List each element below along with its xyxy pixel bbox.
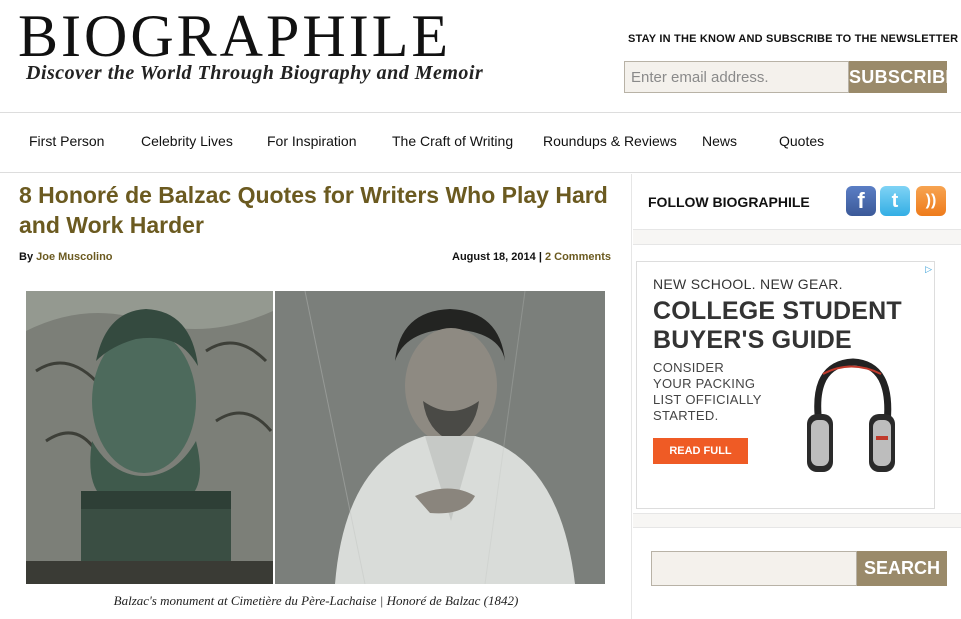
ad-body-line-2: YOUR PACKING: [653, 376, 756, 391]
monument-illustration: [26, 291, 273, 584]
ad-body-line-4: STARTED.: [653, 408, 719, 423]
comments-link[interactable]: 2 Comments: [545, 251, 611, 263]
headphones-icon: [807, 358, 895, 472]
article: 8 Honoré de Balzac Quotes for Writers Wh…: [0, 174, 632, 619]
nav-item-roundups-reviews[interactable]: Roundups & Reviews: [543, 133, 677, 149]
portrait-illustration: [275, 291, 605, 584]
ad-banner[interactable]: ▷ NEW SCHOOL. NEW GEAR. COLLEGE STUDENT …: [636, 261, 935, 509]
twitter-icon[interactable]: t: [880, 186, 910, 216]
byline: By Joe Muscolino: [19, 251, 113, 263]
ad-read-more-button[interactable]: READ FULL POST: [653, 438, 748, 483]
ad-kicker: NEW SCHOOL. NEW GEAR.: [653, 276, 843, 292]
search-input[interactable]: [651, 551, 857, 586]
nav-item-first-person[interactable]: First Person: [29, 133, 104, 149]
site-header: BIOGRAPHILE Discover the World Through B…: [0, 0, 961, 113]
search-button[interactable]: SEARCH: [857, 551, 947, 586]
nav-item-celebrity-lives[interactable]: Celebrity Lives: [141, 133, 233, 149]
nav-item-craft-of-writing[interactable]: The Craft of Writing: [392, 133, 513, 149]
follow-label: FOLLOW BIOGRAPHILE: [648, 194, 810, 210]
main-nav: First Person Celebrity Lives For Inspira…: [0, 113, 961, 173]
follow-widget: FOLLOW BIOGRAPHILE f t )): [633, 174, 961, 230]
post-date: August 18, 2014: [452, 251, 536, 263]
nav-item-news[interactable]: News: [702, 133, 737, 149]
photo-caption: Balzac's monument at Cimetière du Père-L…: [113, 593, 519, 608]
ad-choices-icon[interactable]: ▷: [925, 264, 932, 275]
balzac-portrait-photo: [275, 291, 605, 584]
facebook-icon[interactable]: f: [846, 186, 876, 216]
balzac-monument-photo: [26, 291, 273, 584]
author-link[interactable]: Joe Muscolino: [36, 251, 112, 263]
email-input[interactable]: [624, 61, 849, 93]
ad-headline: COLLEGE STUDENT BUYER'S GUIDE: [653, 297, 902, 355]
dateline: August 18, 2014 | 2 Comments: [452, 251, 611, 263]
dateline-separator: |: [538, 251, 542, 263]
site-logo[interactable]: BIOGRAPHILE: [18, 4, 451, 68]
search-widget: SEARCH: [633, 527, 961, 619]
site-tagline: Discover the World Through Biography and…: [26, 62, 484, 84]
nav-item-quotes[interactable]: Quotes: [779, 133, 824, 149]
ad-body: CONSIDER YOUR PACKING LIST OFFICIALLY ST…: [653, 360, 762, 424]
nav-item-for-inspiration[interactable]: For Inspiration: [267, 133, 356, 149]
ad-headline-line-1: COLLEGE STUDENT: [653, 297, 902, 325]
rss-icon[interactable]: )): [916, 186, 946, 216]
ad-body-line-1: CONSIDER: [653, 360, 725, 375]
ad-widget: ▷ NEW SCHOOL. NEW GEAR. COLLEGE STUDENT …: [633, 244, 961, 514]
sidebar: FOLLOW BIOGRAPHILE f t )) ▷ NEW SCHOOL. …: [633, 174, 961, 619]
subscribe-button[interactable]: SUBSCRIBE: [849, 61, 957, 93]
article-title[interactable]: 8 Honoré de Balzac Quotes for Writers Wh…: [19, 180, 609, 240]
newsletter-label: STAY IN THE KNOW AND SUBSCRIBE TO THE NE…: [628, 33, 959, 45]
byline-by-label: By: [19, 251, 34, 263]
ad-body-line-3: LIST OFFICIALLY: [653, 392, 762, 407]
ad-headline-line-2: BUYER'S GUIDE: [653, 326, 852, 354]
